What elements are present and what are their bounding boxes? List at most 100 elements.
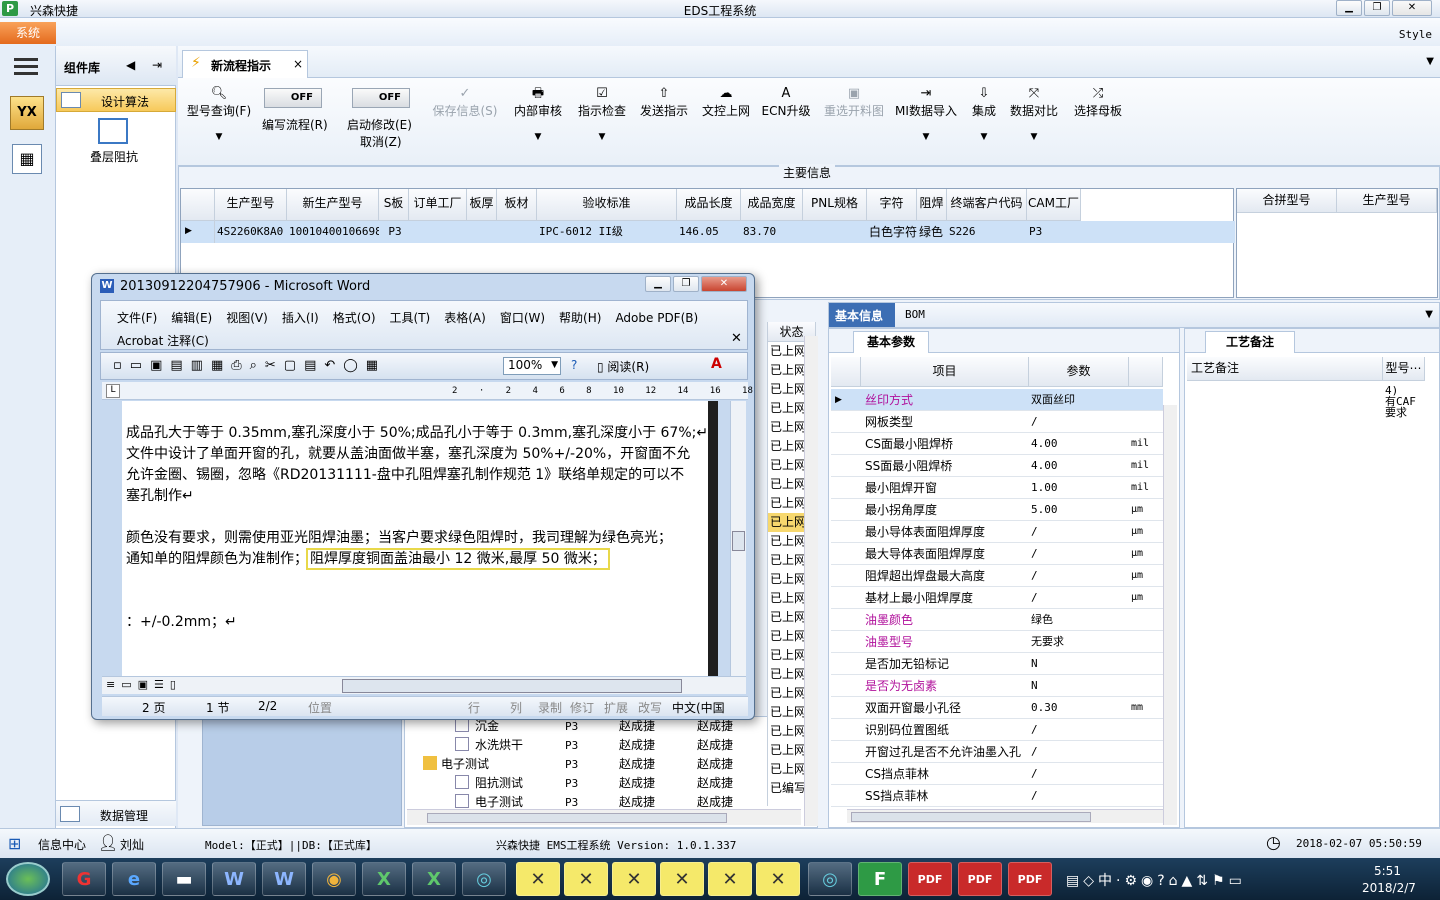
param-value[interactable]: / xyxy=(1031,543,1038,565)
zoom-select[interactable]: 100% ▼ xyxy=(503,357,561,375)
column-header[interactable]: 成品宽度 xyxy=(741,189,803,221)
grid-cell[interactable]: P3 xyxy=(1027,221,1081,243)
column-header[interactable]: CAM工厂 xyxy=(1027,189,1081,221)
param-row[interactable]: SS面最小阻焊桥 4.00 mil xyxy=(831,455,1163,477)
param-value[interactable]: / xyxy=(1031,763,1038,785)
select-master-board-button[interactable]: ⤮ 选择母板 xyxy=(1070,86,1126,119)
param-row[interactable]: 油墨型号 无要求 xyxy=(831,631,1163,653)
params-scrollbar[interactable] xyxy=(1163,405,1177,825)
column-header-model[interactable]: 型号⋯ xyxy=(1383,357,1425,381)
help-icon[interactable]: ? xyxy=(571,358,577,372)
taskbar-save-icon[interactable]: ▬ xyxy=(162,862,206,896)
word-menu-item[interactable]: 编辑(E) xyxy=(171,311,212,325)
param-row[interactable]: CS面最小阻焊桥 4.00 mil xyxy=(831,433,1163,455)
grid-cell[interactable] xyxy=(497,221,537,243)
param-value[interactable]: 4.00 xyxy=(1031,455,1058,477)
column-header[interactable]: 验收标准 xyxy=(537,189,677,221)
word-menu-item[interactable]: 表格(A) xyxy=(444,311,486,325)
word-close-button[interactable]: ✕ xyxy=(701,276,747,292)
data-compare-button[interactable]: ⤧ 数据对比 ▼ xyxy=(1008,86,1060,145)
word-v-scrollbar[interactable] xyxy=(730,401,746,676)
tree-row[interactable]: 阻抗测试 P3 赵成捷 赵成捷 xyxy=(405,774,801,793)
collapse-left-icon[interactable]: ◀ xyxy=(126,58,135,72)
param-row[interactable]: 最大导体表面阻焊厚度 / μm xyxy=(831,543,1163,565)
start-button[interactable] xyxy=(6,862,50,896)
param-row[interactable]: 网板类型 / xyxy=(831,411,1163,433)
instruction-check-button[interactable]: ☑ 指示检查 ▼ xyxy=(574,86,630,145)
param-value[interactable]: / xyxy=(1031,565,1038,587)
column-header[interactable]: 成品长度 xyxy=(677,189,741,221)
param-value[interactable]: 4.00 xyxy=(1031,433,1058,455)
word-menu-item[interactable]: 工具(T) xyxy=(390,311,431,325)
tab-basic-params[interactable]: 基本参数 xyxy=(853,331,929,353)
grid-cell[interactable]: 146.05 xyxy=(677,221,741,243)
word-menu-item[interactable]: 文件(F) xyxy=(117,311,157,325)
param-value[interactable]: / xyxy=(1031,411,1038,433)
grid-cell[interactable]: IPC-6012 II级 xyxy=(537,221,677,243)
grid-cell[interactable] xyxy=(803,221,867,243)
param-row[interactable]: 是否加无铅标记 N xyxy=(831,653,1163,675)
word-maximize-button[interactable]: ❐ xyxy=(673,276,699,292)
taskbar-excel-icon[interactable]: X xyxy=(412,862,456,896)
grid-cell[interactable] xyxy=(467,221,497,243)
param-row[interactable]: CS挡点菲林 / xyxy=(831,763,1163,785)
param-value[interactable]: N xyxy=(1031,675,1038,697)
taskbar-x-icon[interactable]: ✕ xyxy=(516,862,560,896)
word-h-scrollbar[interactable]: ≡▭▣☰▯ xyxy=(102,676,746,694)
grid-cell[interactable]: S226 xyxy=(947,221,1027,243)
send-instruction-button[interactable]: ⇧ 发送指示 xyxy=(636,86,692,119)
mi-import-button[interactable]: ⇥ MI数据导入 ▼ xyxy=(894,86,958,145)
tree-h-scrollbar[interactable] xyxy=(407,809,801,825)
param-value[interactable]: 双面丝印 xyxy=(1031,389,1075,411)
ruler[interactable]: L 2 · 2 4 6 8 10 12 14 16 18 xyxy=(102,382,753,400)
tab-stop-icon[interactable]: L xyxy=(106,384,120,398)
param-row[interactable]: 最小阻焊开窗 1.00 mil xyxy=(831,477,1163,499)
column-header[interactable]: 生产型号 xyxy=(215,189,287,221)
taskbar-x-icon[interactable]: ✕ xyxy=(708,862,752,896)
write-flow-toggle[interactable]: OFF xyxy=(264,88,322,108)
column-header[interactable]: S板 xyxy=(379,189,409,221)
info-center-link[interactable]: 信息中心 xyxy=(38,836,86,853)
cancel-label[interactable]: 取消(Z) xyxy=(360,133,402,150)
start-modify-toggle[interactable]: OFF xyxy=(352,88,410,108)
close-button[interactable]: ✕ xyxy=(1392,0,1432,16)
hamburger-menu-icon[interactable] xyxy=(14,56,38,76)
word-menu-acrobat[interactable]: Acrobat 注释(C) xyxy=(117,332,209,349)
reading-mode-button[interactable]: ▯ 阅读(R) xyxy=(597,358,649,375)
tab-basic-info[interactable]: 基本信息 xyxy=(829,303,895,327)
taskbar-app-icon[interactable]: ◎ xyxy=(462,862,506,896)
word-minimize-button[interactable]: ▁ xyxy=(645,276,671,292)
section-design-algorithm[interactable]: 设计算法 xyxy=(56,88,176,112)
column-header[interactable]: 合拼型号 xyxy=(1237,189,1337,213)
view-buttons[interactable]: ≡▭▣☰▯ xyxy=(106,678,182,691)
font-color-icon[interactable]: A xyxy=(711,356,722,372)
param-value[interactable]: / xyxy=(1031,741,1038,763)
grid-cell[interactable] xyxy=(409,221,467,243)
document-page[interactable]: 成品孔大于等于 0.35mm,塞孔深度小于 50%;成品孔小于等于 0.3mm,… xyxy=(122,401,708,676)
param-row[interactable]: 阻焊超出焊盘最大高度 / μm xyxy=(831,565,1163,587)
stack-impedance-icon[interactable] xyxy=(98,118,128,144)
style-selector[interactable]: Style xyxy=(1399,28,1432,41)
taskbar-eds-icon[interactable]: F xyxy=(858,862,902,896)
taskbar-pdf-icon[interactable]: PDF xyxy=(1008,862,1052,896)
column-header[interactable]: 板厚 xyxy=(467,189,497,221)
column-header[interactable]: 订单工厂 xyxy=(409,189,467,221)
param-row[interactable]: SS挡点菲林 / xyxy=(831,785,1163,807)
param-row[interactable]: 油墨颜色 绿色 xyxy=(831,609,1163,631)
taskbar-shell-icon[interactable]: ◉ xyxy=(312,862,356,896)
param-row[interactable]: 最小导体表面阻焊厚度 / μm xyxy=(831,521,1163,543)
param-value[interactable]: / xyxy=(1031,719,1038,741)
grid-cell[interactable]: 白色字符 xyxy=(867,221,917,243)
column-header[interactable]: PNL规格 xyxy=(803,189,867,221)
stack-impedance-label[interactable]: 叠层阻抗 xyxy=(90,148,138,165)
param-row[interactable]: 识别码位置图纸 / xyxy=(831,719,1163,741)
param-value[interactable]: N xyxy=(1031,653,1038,675)
taskbar-excel-icon[interactable]: X xyxy=(362,862,406,896)
word-doc-close-icon[interactable]: ✕ xyxy=(731,331,742,346)
minimize-button[interactable]: ▁ xyxy=(1336,0,1362,16)
taskbar-x-icon[interactable]: ✕ xyxy=(756,862,800,896)
column-header[interactable]: 阻焊 xyxy=(917,189,947,221)
param-value[interactable]: 绿色 xyxy=(1031,609,1053,631)
param-value[interactable]: 5.00 xyxy=(1031,499,1058,521)
param-row[interactable]: 双面开窗最小孔径 0.30 mm xyxy=(831,697,1163,719)
